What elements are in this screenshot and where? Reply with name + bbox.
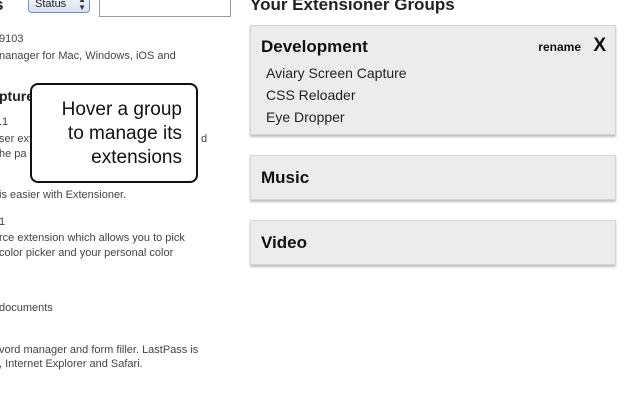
tooltip-line: Hover a group	[61, 99, 182, 120]
group-card-video[interactable]: Video	[250, 220, 616, 265]
group-extension-item[interactable]: CSS Reloader	[266, 84, 407, 106]
extension-name[interactable]: pture	[0, 88, 34, 104]
extension-description-line: documents	[0, 302, 53, 314]
delete-group-button[interactable]: X	[593, 35, 606, 57]
status-filter-select[interactable]: Status ▲▼	[28, 0, 90, 13]
extension-description-line: nanager for Mac, Windows, iOS and	[0, 50, 176, 62]
tooltip-line: to manage its	[67, 123, 182, 144]
group-card-music[interactable]: Music	[250, 155, 616, 200]
group-extension-item[interactable]: Aviary Screen Capture	[266, 62, 407, 84]
extension-description-line: he pa	[0, 148, 27, 160]
group-extension-list: Aviary Screen Capture CSS Reloader Eye D…	[266, 62, 407, 128]
extension-description-line: vord manager and form filler. LastPass i…	[0, 344, 199, 356]
extension-description-line: d	[201, 133, 208, 145]
extensioner-page: s Status ▲▼ 9103 nanager for Mac, Window…	[0, 0, 640, 400]
group-name: Video	[261, 233, 307, 252]
extension-id-line: 9103	[0, 33, 24, 45]
group-extension-item[interactable]: Eye Dropper	[266, 106, 407, 128]
extension-description-line: rce extension which allows you to pick	[0, 232, 185, 244]
group-name: Development	[261, 37, 368, 56]
select-arrows-icon: ▲▼	[78, 0, 86, 12]
extension-description-line: ser ext	[0, 133, 33, 145]
rename-group-button[interactable]: rename	[538, 40, 581, 54]
extension-description-line: , Internet Explorer and Safari.	[0, 358, 143, 370]
extension-description-line: color picker and your personal color	[0, 247, 174, 259]
extension-description-line: is easier with Extensioner.	[0, 189, 127, 201]
group-name: Music	[261, 168, 310, 187]
search-input[interactable]	[99, 0, 231, 17]
extensions-title-fragment: s	[0, 0, 3, 15]
group-card-development[interactable]: Development rename X Aviary Screen Captu…	[250, 25, 616, 135]
tooltip-line: extensions	[91, 147, 182, 168]
groups-panel-title: Your Extensioner Groups	[250, 0, 455, 14]
status-select-value: Status	[35, 0, 67, 10]
extension-version-line: 1	[0, 216, 6, 228]
extension-version-line: .1	[0, 116, 9, 128]
hover-hint-tooltip: Hover a group to manage its extensions	[30, 83, 198, 183]
